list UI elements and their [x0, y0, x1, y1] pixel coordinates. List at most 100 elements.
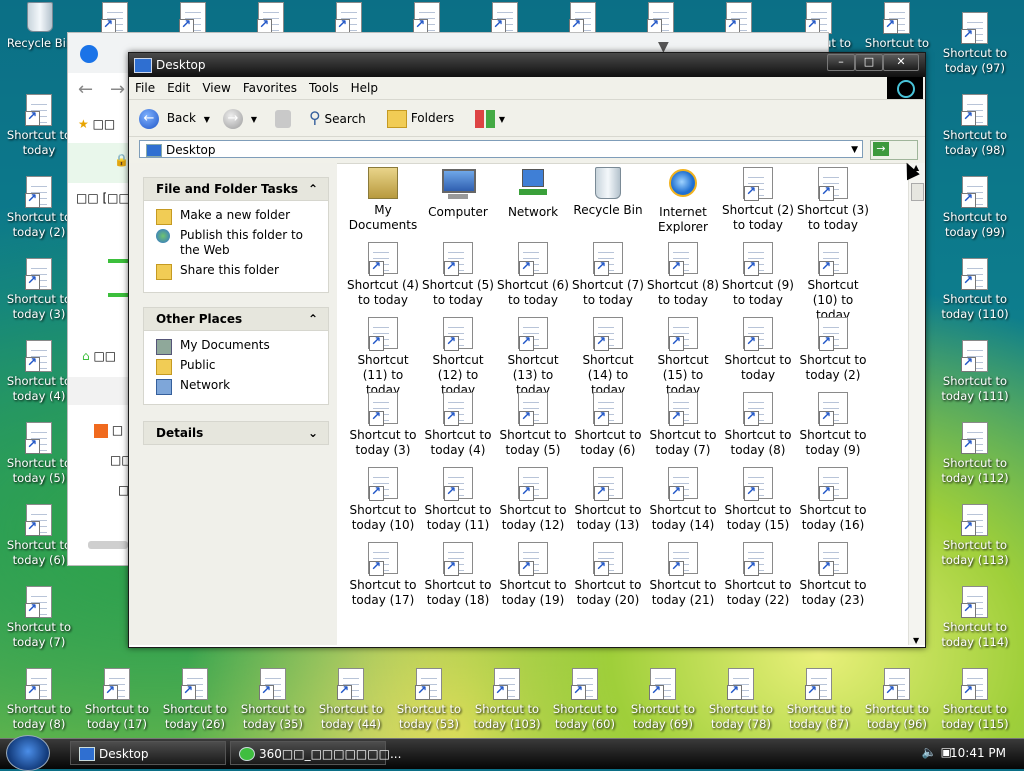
desktop-icon-shortcut[interactable] [232, 2, 310, 36]
file-item[interactable]: Shortcut (6) to today [495, 242, 571, 308]
star-icon[interactable]: ★ [78, 117, 89, 131]
desktop-icon-shortcut[interactable]: Shortcut to today (113) [936, 504, 1014, 568]
file-item[interactable]: Shortcut to today (10) [345, 467, 421, 533]
taskbar-item-desktop[interactable]: Desktop [70, 741, 226, 765]
file-item[interactable]: Shortcut (3) to today [795, 167, 871, 233]
file-item[interactable]: Shortcut to today (20) [570, 542, 646, 608]
desktop-icon-shortcut[interactable]: Shortcut to today (35) [234, 668, 312, 732]
file-item[interactable]: Shortcut (15) to today [645, 317, 721, 398]
file-item[interactable]: Shortcut (14) to today [570, 317, 646, 398]
folders-button[interactable]: Folders [387, 107, 454, 129]
desktop-icon-shortcut[interactable] [544, 2, 622, 36]
desktop-icon-shortcut[interactable] [310, 2, 388, 36]
file-item[interactable]: Shortcut (11) to today [345, 317, 421, 398]
desktop-icon-shortcut[interactable]: Shortcut to [858, 2, 936, 51]
file-item[interactable]: Shortcut to today (11) [420, 467, 496, 533]
browser-home-row[interactable]: ⌂ □□ [82, 349, 116, 363]
collapse-icon[interactable]: ⌃ [308, 308, 318, 330]
scroll-down-icon[interactable]: ▼ [913, 636, 919, 645]
browser-tab-icon[interactable] [80, 45, 98, 63]
file-item[interactable]: Shortcut to today [720, 317, 796, 383]
file-item[interactable]: Shortcut (4) to today [345, 242, 421, 308]
maximize-button[interactable]: □ [855, 54, 883, 71]
forward-icon[interactable]: → [110, 79, 125, 100]
vertical-scrollbar[interactable]: ▲ ▼ [908, 163, 925, 645]
title-bar[interactable]: Desktop – □ ✕ [129, 53, 925, 77]
panel-header[interactable]: Other Places ⌃ [144, 308, 328, 331]
place-public[interactable]: Public [144, 355, 328, 375]
expand-icon[interactable]: ⌄ [308, 422, 318, 444]
file-item[interactable]: Shortcut to today (8) [720, 392, 796, 458]
file-item[interactable]: Recycle Bin [570, 167, 646, 218]
file-item[interactable]: Shortcut to today (19) [495, 542, 571, 608]
file-item[interactable]: Internet Explorer [645, 167, 721, 235]
go-button[interactable]: → [870, 140, 918, 160]
file-item[interactable]: Shortcut to today (13) [570, 467, 646, 533]
collapse-icon[interactable]: ⌃ [308, 178, 318, 200]
browser-list-item[interactable]: □ [94, 423, 123, 438]
file-item[interactable]: Shortcut to today (14) [645, 467, 721, 533]
file-item[interactable]: Shortcut to today (16) [795, 467, 871, 533]
file-item[interactable]: Shortcut (7) to today [570, 242, 646, 308]
file-item[interactable]: Shortcut to today (3) [345, 392, 421, 458]
scroll-thumb[interactable] [911, 183, 924, 201]
file-item[interactable]: Shortcut to today (17) [345, 542, 421, 608]
file-item[interactable]: Shortcut (10) to today [795, 242, 871, 323]
desktop-icon-shortcut[interactable]: Shortcut to today (53) [390, 668, 468, 732]
file-item[interactable]: Computer [420, 167, 496, 220]
minimize-button[interactable]: – [827, 54, 855, 71]
desktop-icon-shortcut[interactable]: Shortcut to today (8) [0, 668, 78, 732]
browser-hscroll[interactable] [88, 541, 128, 549]
panel-header[interactable]: File and Folder Tasks ⌃ [144, 178, 328, 201]
menu-edit[interactable]: Edit [161, 77, 196, 95]
desktop-icon-shortcut[interactable] [622, 2, 700, 36]
views-button[interactable]: ▼ [475, 107, 505, 129]
desktop-icon-shortcut[interactable] [76, 2, 154, 36]
desktop-icon-shortcut[interactable]: Shortcut to today (60) [546, 668, 624, 732]
file-item[interactable]: My Documents [345, 167, 421, 233]
back-button[interactable]: ← Back ▼ [139, 107, 210, 129]
chevron-down-icon[interactable]: ▼ [251, 115, 257, 124]
file-item[interactable]: Shortcut to today (12) [495, 467, 571, 533]
desktop-icon-shortcut[interactable]: Shortcut to today (96) [858, 668, 936, 732]
file-item[interactable]: Shortcut (2) to today [720, 167, 796, 233]
place-network[interactable]: Network [144, 375, 328, 395]
desktop-icon-shortcut[interactable] [388, 2, 466, 36]
menu-favorites[interactable]: Favorites [237, 77, 303, 95]
menu-help[interactable]: Help [345, 77, 384, 95]
desktop-icon-shortcut[interactable]: Shortcut to today (115) [936, 668, 1014, 732]
file-item[interactable]: Shortcut to today (9) [795, 392, 871, 458]
task-share-folder[interactable]: Share this folder [144, 260, 328, 280]
desktop-icon-shortcut[interactable]: Shortcut to today (7) [0, 586, 78, 650]
file-item[interactable]: Shortcut to today (6) [570, 392, 646, 458]
menu-tools[interactable]: Tools [303, 77, 345, 95]
close-button[interactable]: ✕ [883, 54, 919, 71]
desktop-icon-shortcut[interactable]: Shortcut to today (87) [780, 668, 858, 732]
start-button[interactable] [6, 735, 50, 771]
desktop-icon-shortcut[interactable] [154, 2, 232, 36]
file-item[interactable]: Network [495, 167, 571, 220]
place-my-documents[interactable]: My Documents [144, 335, 328, 355]
file-item[interactable]: Shortcut to today (2) [795, 317, 871, 383]
desktop-icon-shortcut[interactable]: Shortcut to today (99) [936, 176, 1014, 240]
desktop-icon-shortcut[interactable]: Shortcut to today (103) [468, 668, 546, 732]
desktop-icon-shortcut[interactable]: Shortcut to today (17) [78, 668, 156, 732]
desktop-icon-shortcut[interactable]: Shortcut to today (110) [936, 258, 1014, 322]
desktop-icon-shortcut[interactable]: Shortcut to today (78) [702, 668, 780, 732]
desktop-icon-shortcut[interactable]: Shortcut to today (44) [312, 668, 390, 732]
menu-view[interactable]: View [196, 77, 236, 95]
volume-icon[interactable]: 🔈 [922, 745, 937, 759]
desktop-icon-shortcut[interactable]: Shortcut to today (112) [936, 422, 1014, 486]
file-item[interactable]: Shortcut (9) to today [720, 242, 796, 308]
desktop-icon-shortcut[interactable]: Shortcut to today (97) [936, 12, 1014, 76]
file-item[interactable]: Shortcut (12) to today [420, 317, 496, 398]
forward-button[interactable]: → ▼ [223, 107, 257, 129]
file-item[interactable]: Shortcut (8) to today [645, 242, 721, 308]
file-item[interactable]: Shortcut to today (23) [795, 542, 871, 608]
menu-file[interactable]: File [129, 77, 161, 95]
panel-header[interactable]: Details ⌄ [144, 422, 328, 444]
desktop-icon-shortcut[interactable] [700, 2, 778, 36]
file-item[interactable]: Shortcut to today (7) [645, 392, 721, 458]
address-input[interactable]: Desktop ▼ [139, 140, 863, 158]
file-item[interactable]: Shortcut to today (4) [420, 392, 496, 458]
